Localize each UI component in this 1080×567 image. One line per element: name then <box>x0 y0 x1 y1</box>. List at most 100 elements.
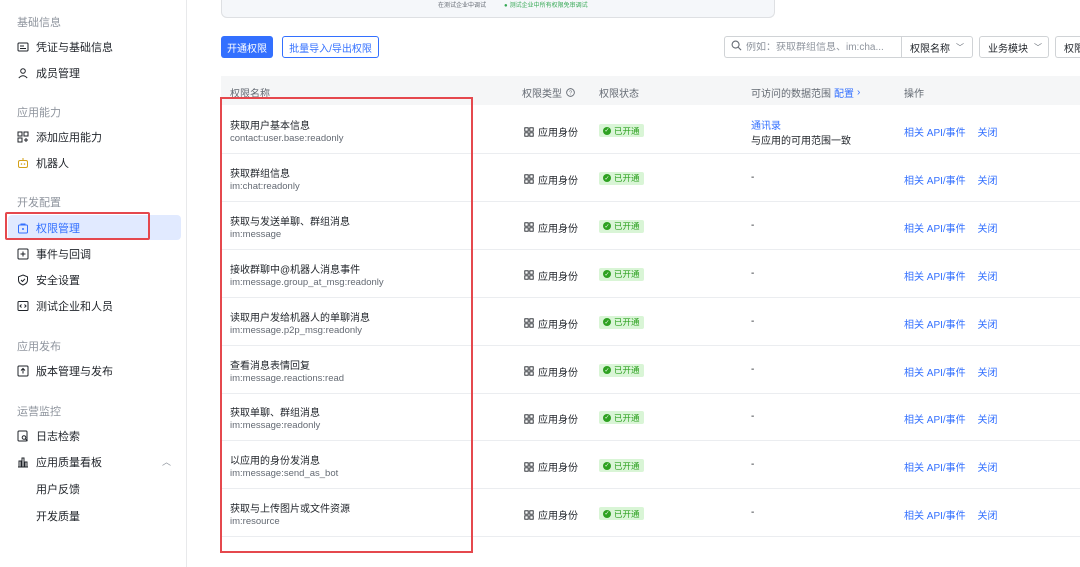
sidebar-item-label: 凭证与基础信息 <box>36 41 113 54</box>
close-permission-link[interactable]: 关闭 <box>977 224 997 235</box>
app-grid-icon <box>524 510 534 520</box>
sidebar-item-quality[interactable]: 应用质量看板 ︿ <box>8 449 181 474</box>
sidebar-item-versions[interactable]: 版本管理与发布 <box>8 358 181 383</box>
status-label: 已开通 <box>614 508 640 519</box>
sidebar-item-permissions[interactable]: 权限管理 <box>8 215 181 240</box>
chevron-right-icon[interactable]: › <box>857 87 860 98</box>
group-title-app-release: 应用发布 <box>17 341 61 353</box>
related-api-link[interactable]: 相关 API/事件 <box>904 511 966 522</box>
row-actions: 相关 API/事件 关闭 <box>904 268 1006 283</box>
code-box-icon <box>17 300 29 312</box>
status-label: 已开通 <box>614 269 640 280</box>
close-permission-link[interactable]: 关闭 <box>977 128 997 139</box>
app-grid-icon <box>524 462 534 472</box>
sidebar-item-members[interactable]: 成员管理 <box>8 60 181 85</box>
permission-type: 应用身份 <box>524 507 578 522</box>
grid-plus-icon <box>17 131 29 143</box>
related-api-link[interactable]: 相关 API/事件 <box>904 224 966 235</box>
related-api-link[interactable]: 相关 API/事件 <box>904 415 966 426</box>
sidebar-item-events[interactable]: 事件与回调 <box>8 241 181 266</box>
check-circle-icon: ✓ <box>603 509 611 518</box>
row-actions: 相关 API/事件 关闭 <box>904 124 1006 139</box>
related-api-link[interactable]: 相关 API/事件 <box>904 272 966 283</box>
close-permission-link[interactable]: 关闭 <box>977 368 997 379</box>
sidebar-item-add-ability[interactable]: 添加应用能力 <box>8 124 181 149</box>
group-title-app-ability: 应用能力 <box>17 107 61 119</box>
related-api-link[interactable]: 相关 API/事件 <box>904 320 966 331</box>
permission-code: im:chat:readonly <box>230 180 300 192</box>
status-label: 已开通 <box>614 412 640 423</box>
sidebar-item-bot[interactable]: 机器人 <box>8 150 181 175</box>
permission-type-label: 应用身份 <box>538 415 578 427</box>
close-permission-link[interactable]: 关闭 <box>977 320 997 331</box>
status-badge: ✓ 已开通 <box>599 507 644 521</box>
enable-permission-button[interactable]: 开通权限 <box>221 36 273 58</box>
sidebar-item-label: 机器人 <box>36 157 69 170</box>
table-row: 获取与发送单聊、群组消息 im:message 应用身份 ✓ 已开通 - 相关 … <box>221 202 1080 250</box>
select-value: 业务模块 <box>988 43 1028 55</box>
status-label: 已开通 <box>614 365 640 375</box>
permission-name: 获取与发送单聊、群组消息 <box>230 216 350 228</box>
sidebar-item-label: 应用质量看板 <box>36 456 102 469</box>
sidebar-item-feedback[interactable]: 用户反馈 <box>8 476 181 501</box>
row-actions: 相关 API/事件 关闭 <box>904 459 1006 474</box>
scope-contacts-link[interactable]: 通讯录 <box>751 117 781 132</box>
row-actions: 相关 API/事件 关闭 <box>904 316 1006 331</box>
related-api-link[interactable]: 相关 API/事件 <box>904 176 966 187</box>
related-api-link[interactable]: 相关 API/事件 <box>904 128 966 139</box>
status-badge: ✓ 已开通 <box>599 124 644 137</box>
related-api-link[interactable]: 相关 API/事件 <box>904 463 966 474</box>
filter-third-select[interactable]: 权限 <box>1055 36 1080 58</box>
filter-name-select[interactable]: 权限名称 ﹀ <box>901 36 973 58</box>
sidebar-item-label: 权限管理 <box>36 222 80 235</box>
table-row: 获取群组信息 im:chat:readonly 应用身份 ✓ 已开通 - 相关 … <box>221 154 1080 202</box>
row-actions: 相关 API/事件 关闭 <box>904 507 1006 522</box>
related-api-link[interactable]: 相关 API/事件 <box>904 368 966 379</box>
log-search-icon <box>17 430 29 442</box>
scope-value: - <box>751 459 755 471</box>
row-actions: 相关 API/事件 关闭 <box>904 220 1006 235</box>
close-permission-link[interactable]: 关闭 <box>977 176 997 187</box>
group-title-dev-config: 开发配置 <box>17 197 61 209</box>
status-label: 已开通 <box>614 125 640 136</box>
sidebar-item-test-org[interactable]: 测试企业和人员 <box>8 293 181 318</box>
status-badge: ✓ 已开通 <box>599 411 644 425</box>
lock-box-icon <box>17 222 29 234</box>
filter-module-select[interactable]: 业务模块 ﹀ <box>979 36 1049 58</box>
plus-square-icon <box>17 248 29 260</box>
permission-type-label: 应用身份 <box>538 367 578 379</box>
search-input[interactable] <box>746 41 896 53</box>
status-label: 已开通 <box>614 317 640 328</box>
close-permission-link[interactable]: 关闭 <box>977 511 997 522</box>
table-header: 权限名称 权限类型 ? 权限状态 可访问的数据范围 配置 › 操作 <box>221 76 1080 105</box>
close-permission-link[interactable]: 关闭 <box>977 463 997 474</box>
sidebar-item-label: 日志检索 <box>36 430 80 443</box>
scope-value: - <box>751 267 755 279</box>
permission-type: 应用身份 <box>524 459 578 474</box>
bar-chart-icon <box>17 456 29 468</box>
info-banner: 在测试企业中调试 测试企业中所有权限免审调试 <box>221 0 775 18</box>
batch-import-export-button[interactable]: 批量导入/导出权限 <box>282 36 379 58</box>
sidebar-item-label: 版本管理与发布 <box>36 365 113 378</box>
status-badge: ✓ 已开通 <box>599 459 644 473</box>
close-permission-link[interactable]: 关闭 <box>977 415 997 426</box>
status-badge: ✓ 已开通 <box>599 219 644 233</box>
close-permission-link[interactable]: 关闭 <box>977 272 997 283</box>
permission-type: 应用身份 <box>524 364 578 379</box>
sidebar-item-logs[interactable]: 日志检索 <box>8 423 181 448</box>
permission-type: 应用身份 <box>524 124 578 139</box>
sidebar-item-security[interactable]: 安全设置 <box>8 267 181 292</box>
permission-code: im:message.reactions:read <box>230 372 345 384</box>
permission-type: 应用身份 <box>524 411 578 426</box>
sidebar-item-credentials[interactable]: 凭证与基础信息 <box>8 34 181 59</box>
scope-config-link[interactable]: 配置 <box>834 85 854 100</box>
check-circle-icon: ✓ <box>603 318 611 327</box>
help-icon[interactable]: ? <box>566 88 575 97</box>
status-label: 已开通 <box>614 221 640 232</box>
user-icon <box>17 67 29 79</box>
permission-name: 读取用户发给机器人的单聊消息 <box>230 312 370 324</box>
sidebar-item-dev-quality[interactable]: 开发质量 <box>8 503 181 528</box>
check-circle-icon: ✓ <box>603 222 611 231</box>
chevron-up-icon[interactable]: ︿ <box>162 455 171 468</box>
sidebar-item-label: 事件与回调 <box>36 248 91 261</box>
